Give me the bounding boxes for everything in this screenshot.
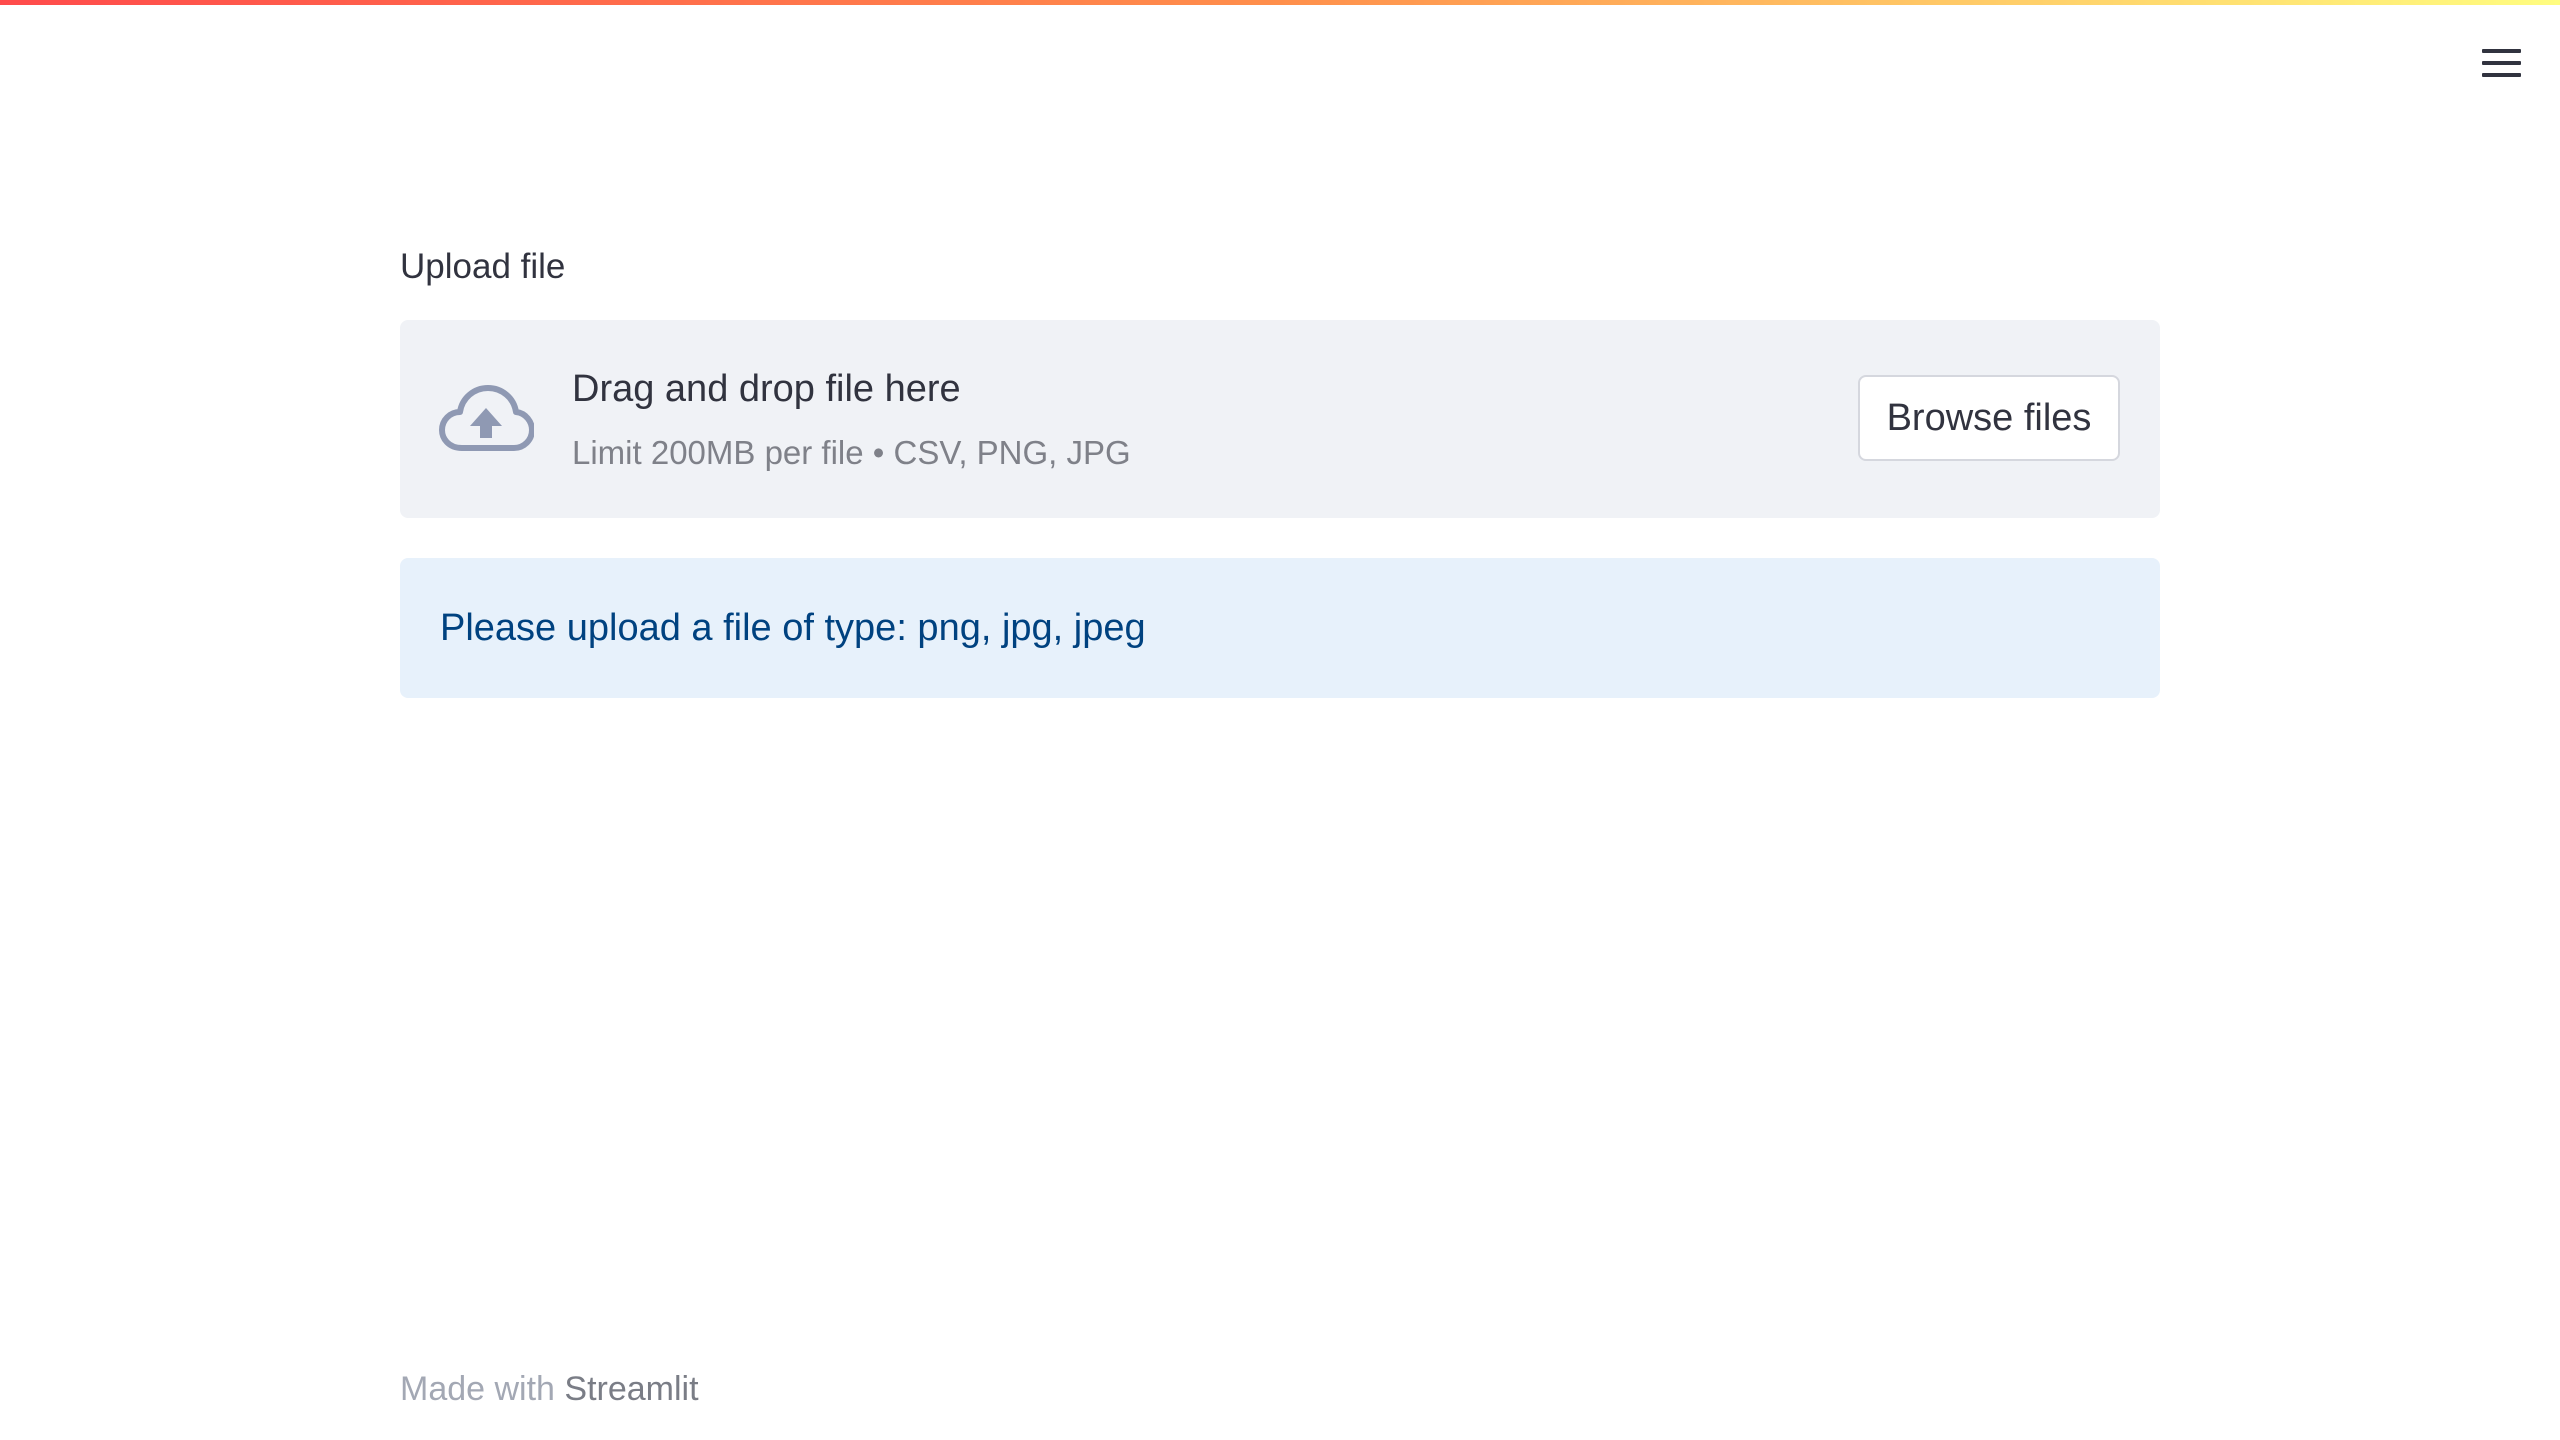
streamlit-link[interactable]: Streamlit: [564, 1370, 698, 1408]
browse-files-button[interactable]: Browse files: [1858, 375, 2120, 461]
hamburger-menu-icon: [2481, 49, 2521, 53]
main-menu-button[interactable]: [2476, 42, 2526, 84]
info-message: Please upload a file of type: png, jpg, …: [440, 606, 1146, 649]
dropzone-title: Drag and drop file here: [572, 368, 961, 410]
info-alert: Please upload a file of type: png, jpg, …: [400, 558, 2160, 698]
hamburger-menu-icon-line: [2481, 73, 2521, 77]
footer-prefix: Made with: [400, 1370, 565, 1408]
file-dropzone[interactable]: Drag and drop file here Limit 200MB per …: [400, 320, 2160, 518]
cloud-upload-icon: [439, 385, 534, 451]
dropzone-limit-text: Limit 200MB per file • CSV, PNG, JPG: [572, 434, 1131, 471]
hamburger-menu-icon-line: [2481, 61, 2521, 65]
footer: Made with Streamlit: [400, 1370, 699, 1409]
uploader-label: Upload file: [400, 247, 566, 286]
top-decoration-bar: [0, 0, 2560, 5]
